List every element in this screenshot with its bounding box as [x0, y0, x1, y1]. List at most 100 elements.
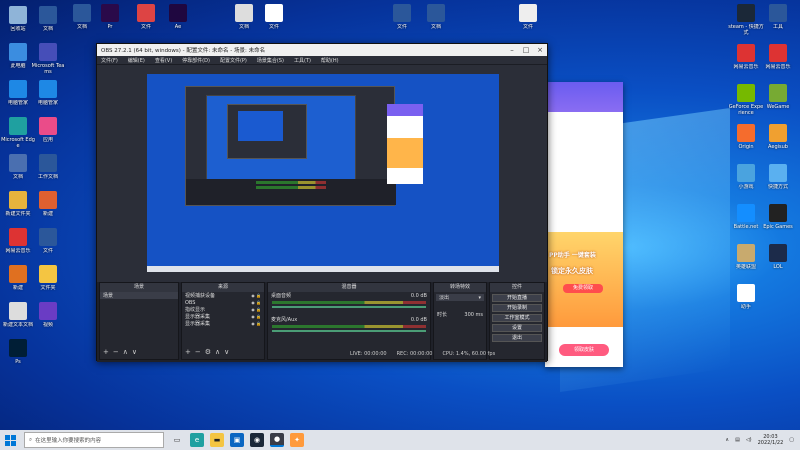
visibility-lock-icons[interactable]: ◉ 🔒: [251, 314, 261, 319]
track-db: 0.0 dB: [410, 317, 427, 323]
edge-icon[interactable]: e: [190, 433, 204, 447]
obs-preview-canvas[interactable]: [147, 74, 499, 272]
desktop-icon[interactable]: Ae: [160, 4, 196, 36]
desktop-icon[interactable]: Pr: [92, 4, 128, 36]
obs-taskbar-icon[interactable]: ●: [270, 433, 284, 447]
visibility-lock-icons[interactable]: ◉ 🔒: [251, 307, 261, 312]
transition-select[interactable]: 淡出 ▾: [436, 294, 484, 301]
desktop-icon[interactable]: GeForce Experience: [728, 84, 764, 116]
desktop-icon-label: 网易云音乐: [765, 64, 791, 70]
desktop-icon[interactable]: LOL: [760, 244, 796, 276]
notification-icon[interactable]: ▢: [789, 437, 794, 443]
tray-chevron-icon[interactable]: ∧: [725, 437, 729, 443]
scenes-toolbar[interactable]: +−∧∨: [103, 348, 141, 356]
taskbar-search[interactable]: ⌕ 在这里输入你要搜索的内容: [24, 432, 164, 448]
popup-banner[interactable]: PP助手 一键套装 锁定永久皮肤 免费领取: [545, 232, 623, 327]
source-item-label: 指纹显示: [185, 307, 206, 313]
steam-icon[interactable]: ◉: [250, 433, 264, 447]
desktop-icon[interactable]: WeGame: [760, 84, 796, 116]
obs-menu-item[interactable]: 停靠部件(D): [182, 57, 210, 64]
desktop-icon[interactable]: Ps: [0, 339, 36, 371]
desktop-icon[interactable]: steam - 快捷方式: [728, 4, 764, 36]
obs-menu-item[interactable]: 文件(F): [101, 57, 118, 64]
obs-titlebar[interactable]: OBS 27.2.1 (64 bit, windows) - 配置文件: 未命名…: [97, 44, 547, 56]
desktop-icon[interactable]: 工作文档: [30, 154, 66, 186]
volume-slider-desktop[interactable]: [272, 306, 426, 308]
desktop-icon[interactable]: Epic Games: [760, 204, 796, 236]
desktop-icon[interactable]: 新建: [30, 191, 66, 223]
promo-popup-window[interactable]: PP助手 一键套装 锁定永久皮肤 免费领取 领取皮肤: [545, 82, 623, 367]
desktop-icon[interactable]: 视频: [30, 302, 66, 334]
desktop-icon-label: Ae: [174, 24, 182, 30]
source-item[interactable]: 指纹显示 ◉ 🔒: [182, 306, 264, 313]
volume-slider-mic[interactable]: [272, 330, 426, 332]
desktop-icon[interactable]: 英雄联盟: [728, 244, 764, 276]
desktop-icon[interactable]: 文件: [384, 4, 420, 36]
maximize-icon[interactable]: □: [519, 46, 533, 54]
desktop-icon[interactable]: 文件夹: [30, 265, 66, 297]
obs-menu-item[interactable]: 查看(V): [155, 57, 172, 64]
desktop-icon[interactable]: 工具: [760, 4, 796, 36]
obs-menu-item[interactable]: 工具(T): [294, 57, 311, 64]
obs-menu-item[interactable]: 配置文件(P): [220, 57, 247, 64]
minimize-icon[interactable]: –: [505, 46, 519, 54]
sources-toolbar[interactable]: +−⚙∧∨: [185, 348, 233, 356]
source-item[interactable]: 显示器采集 ◉ 🔒: [182, 320, 264, 327]
visibility-lock-icons[interactable]: ◉ 🔒: [251, 300, 261, 305]
task-view-icon[interactable]: ▭: [170, 433, 184, 447]
desktop-icon[interactable]: 文档: [418, 4, 454, 36]
control-button[interactable]: 开始直播: [492, 294, 542, 302]
store-icon[interactable]: ▣: [230, 433, 244, 447]
app-taskbar-icon[interactable]: ✦: [290, 433, 304, 447]
popup-cta-button[interactable]: 免费领取: [563, 284, 603, 293]
obs-menu-item[interactable]: 帮助(H): [321, 57, 339, 64]
clock[interactable]: 20:03 2022/1/22: [758, 434, 784, 446]
folder-icon[interactable]: ▬: [210, 433, 224, 447]
desktop-icon[interactable]: 文件: [30, 228, 66, 260]
desktop-icon[interactable]: 应用: [30, 117, 66, 149]
desktop-icon[interactable]: 快捷方式: [760, 164, 796, 196]
desktop-icon[interactable]: 文件: [510, 4, 546, 36]
control-button[interactable]: 开始录制: [492, 304, 542, 312]
popup-banner-subtitle: 锁定永久皮肤: [551, 267, 593, 275]
duration-row[interactable]: 时长 300 ms: [434, 311, 486, 318]
track-name: 桌面音频: [271, 293, 292, 299]
app-icon: [393, 4, 411, 22]
obs-window[interactable]: OBS 27.2.1 (64 bit, windows) - 配置文件: 未命名…: [96, 43, 548, 362]
desktop-icon[interactable]: 网易云音乐: [760, 44, 796, 76]
nested-taskbar: [147, 266, 499, 272]
volume-icon[interactable]: ◁): [746, 437, 752, 443]
network-icon[interactable]: ▤: [735, 437, 740, 443]
control-button[interactable]: 工作室模式: [492, 314, 542, 322]
control-button[interactable]: 设置: [492, 324, 542, 332]
desktop-icon[interactable]: Battle.net: [728, 204, 764, 236]
desktop-icon[interactable]: Aegisub: [760, 124, 796, 156]
obs-menu-item[interactable]: 编辑(E): [128, 57, 145, 64]
desktop-icon[interactable]: Microsoft Teams: [30, 43, 66, 75]
nested-preview-1: [206, 95, 356, 185]
start-button[interactable]: [0, 430, 20, 450]
app-icon: [769, 164, 787, 182]
desktop-icon[interactable]: 文件: [256, 4, 292, 36]
source-item[interactable]: 视频捕获设备 ◉ 🔒: [182, 292, 264, 299]
popup-bottom-button[interactable]: 领取皮肤: [559, 344, 609, 356]
control-button[interactable]: 退出: [492, 334, 542, 342]
source-item[interactable]: 显示器采集 ◉ 🔒: [182, 313, 264, 320]
desktop-icon-label: 文件: [42, 248, 53, 254]
obs-menu-item[interactable]: 场景集合(S): [257, 57, 284, 64]
scene-item[interactable]: 场景: [100, 292, 178, 299]
app-icon: [737, 244, 755, 262]
source-item[interactable]: OBS ◉ 🔒: [182, 299, 264, 306]
desktop-icon[interactable]: 网易云音乐: [728, 44, 764, 76]
desktop-icon[interactable]: 电脑管家: [30, 80, 66, 112]
app-icon: [137, 4, 155, 22]
desktop-icon[interactable]: 助手: [728, 284, 764, 316]
desktop-icon[interactable]: 文件: [128, 4, 164, 36]
duration-value[interactable]: 300 ms: [464, 312, 483, 318]
desktop-icon[interactable]: 小游戏: [728, 164, 764, 196]
desktop-icon[interactable]: 文档: [30, 6, 66, 38]
visibility-lock-icons[interactable]: ◉ 🔒: [251, 293, 261, 298]
close-icon[interactable]: ×: [533, 46, 547, 54]
visibility-lock-icons[interactable]: ◉ 🔒: [251, 321, 261, 326]
desktop-icon[interactable]: Origin: [728, 124, 764, 156]
